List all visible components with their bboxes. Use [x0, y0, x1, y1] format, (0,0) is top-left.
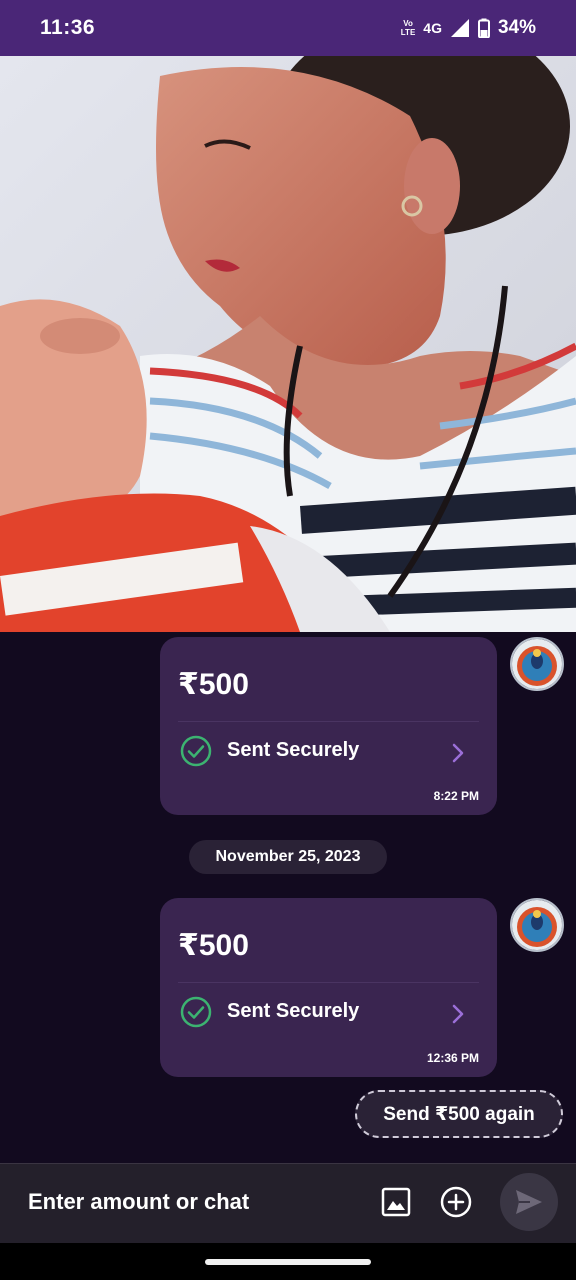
battery-percentage: 34% [497, 17, 536, 38]
avatar[interactable] [510, 898, 564, 952]
status-icons: Vo LTE 4G 34% [401, 17, 536, 39]
amount-chat-input[interactable] [28, 1189, 348, 1215]
home-indicator[interactable] [205, 1259, 371, 1265]
image-icon[interactable] [380, 1186, 412, 1218]
check-circle-icon [180, 996, 212, 1028]
status-time: 11:36 [40, 16, 96, 39]
bubble-divider [178, 721, 479, 722]
chat-background-photo [0, 56, 576, 632]
chevron-right-icon[interactable] [450, 741, 466, 765]
bubble-divider [178, 982, 479, 983]
payment-status: Sent Securely [227, 1000, 360, 1022]
payment-amount: ₹500 [178, 929, 249, 962]
system-nav-bar [0, 1243, 576, 1280]
avatar-image [512, 900, 562, 950]
payment-message-bubble[interactable]: ₹500 Sent Securely 8:22 PM [160, 637, 497, 815]
photo-illustration [0, 56, 576, 632]
send-again-button[interactable]: Send ₹500 again [355, 1090, 563, 1138]
volte-icon: Vo LTE [401, 19, 416, 37]
send-button[interactable] [500, 1173, 558, 1231]
network-type: 4G [423, 20, 442, 36]
send-icon [516, 1190, 542, 1214]
payment-message-bubble[interactable]: ₹500 Sent Securely 12:36 PM [160, 898, 497, 1077]
battery-icon [477, 18, 490, 38]
avatar[interactable] [510, 637, 564, 691]
date-separator: November 25, 2023 [189, 840, 387, 874]
chat-input-bar [0, 1163, 576, 1244]
signal-icon [450, 19, 469, 37]
volte-bottom-label: LTE [400, 28, 416, 37]
status-bar: 11:36 Vo LTE 4G 34% [0, 0, 576, 56]
check-circle-icon [180, 735, 212, 767]
payment-status: Sent Securely [227, 739, 360, 761]
payment-amount: ₹500 [178, 668, 249, 701]
chevron-right-icon[interactable] [450, 1002, 466, 1026]
add-circle-icon[interactable] [440, 1186, 472, 1218]
message-time: 8:22 PM [433, 789, 479, 803]
message-time: 12:36 PM [426, 1051, 479, 1065]
avatar-image [512, 639, 562, 689]
volte-top-label: Vo [403, 19, 413, 28]
